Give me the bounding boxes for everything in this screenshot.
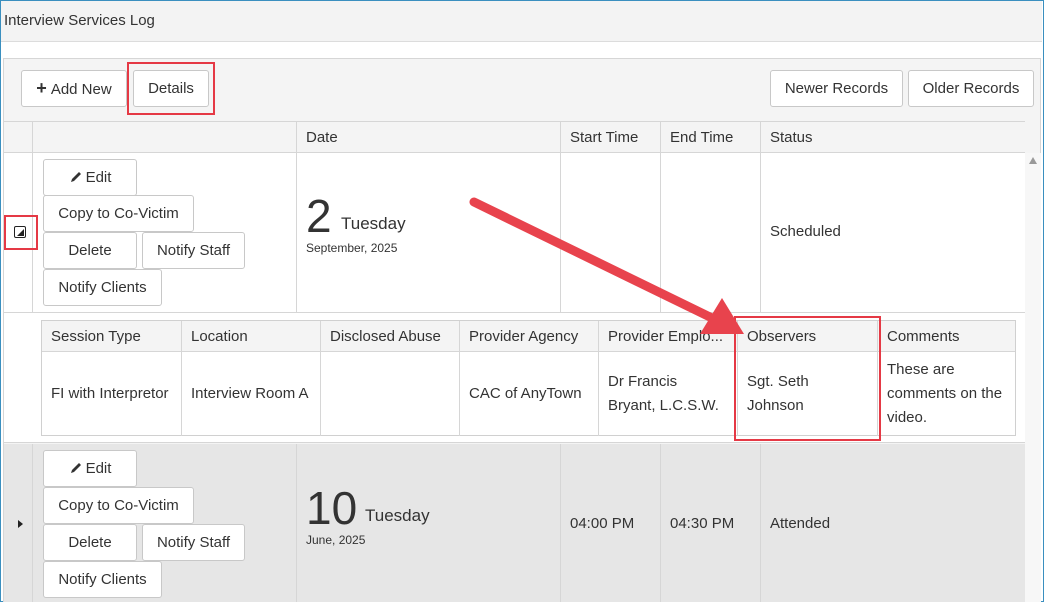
annotation-arrow-icon (469, 197, 744, 334)
